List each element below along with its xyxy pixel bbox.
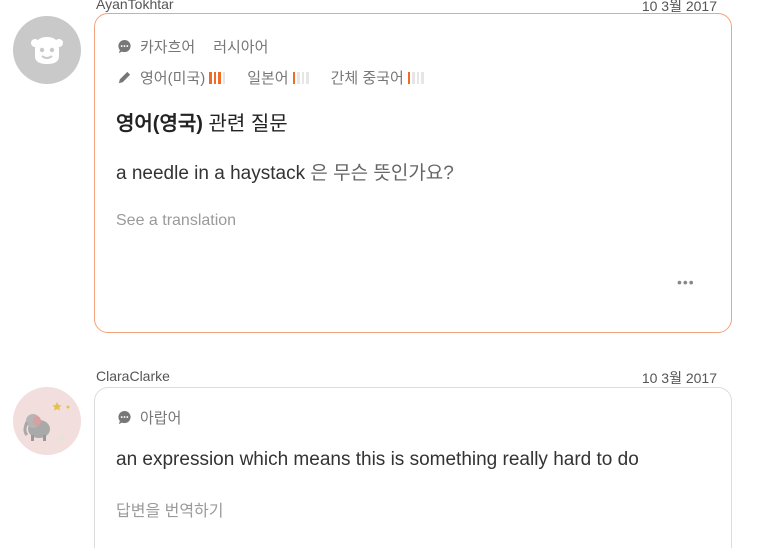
proficiency-bars-english <box>209 71 226 84</box>
speech-bubble-icon <box>118 410 131 425</box>
answer-card: 아랍어 an expression which means this is so… <box>94 387 732 548</box>
question-title: 영어(영국) 관련 질문 <box>116 107 288 136</box>
learning-lang-english-us: 영어(미국) <box>140 70 206 87</box>
more-options-icon[interactable]: ••• <box>677 274 695 290</box>
learning-lang-japanese: 일본어 <box>247 70 289 87</box>
question-suffix: 은 무슨 뜻인가요? <box>305 163 454 184</box>
avatar-ayantokhtar[interactable] <box>13 16 81 84</box>
answer-text: an expression which means this is someth… <box>116 449 639 470</box>
known-lang-arabic: 아랍어 <box>140 410 182 427</box>
post2-date: 10 3월 2017 <box>641 370 717 386</box>
translate-answer-link[interactable]: 답변을 번역하기 <box>116 497 224 521</box>
elephant-avatar-icon <box>23 402 70 442</box>
post1-username[interactable]: AyanTokhtar <box>96 0 174 12</box>
see-translation-link[interactable]: See a translation <box>116 212 236 230</box>
question-title-lang: 영어(영국) <box>116 113 203 135</box>
question-card: 카자흐어 러시아어 영어(미국) 일본어 간체 중국어 영어(영국) 관련 질문… <box>94 13 732 333</box>
question-text: a needle in a haystack 은 무슨 뜻인가요? <box>116 158 454 185</box>
question-phrase: a needle in a haystack <box>116 163 306 184</box>
pencil-icon <box>118 71 131 84</box>
learning-lang-chinese: 간체 중국어 <box>330 70 404 87</box>
default-avatar-icon <box>31 37 63 64</box>
learning-languages: 영어(미국) 일본어 간체 중국어 <box>117 67 424 88</box>
avatar-claraclarke[interactable] <box>13 387 81 455</box>
answer-known-languages: 아랍어 <box>117 407 181 428</box>
known-lang-russian: 러시아어 <box>213 39 269 56</box>
proficiency-bars-chinese <box>407 71 424 84</box>
proficiency-bars-japanese <box>292 71 309 84</box>
known-lang-kazakh: 카자흐어 <box>140 39 196 56</box>
speech-bubble-icon <box>118 39 131 54</box>
question-title-rest: 관련 질문 <box>202 113 288 135</box>
known-languages: 카자흐어 러시아어 <box>117 36 268 57</box>
post2-username[interactable]: ClaraClarke <box>96 368 170 384</box>
